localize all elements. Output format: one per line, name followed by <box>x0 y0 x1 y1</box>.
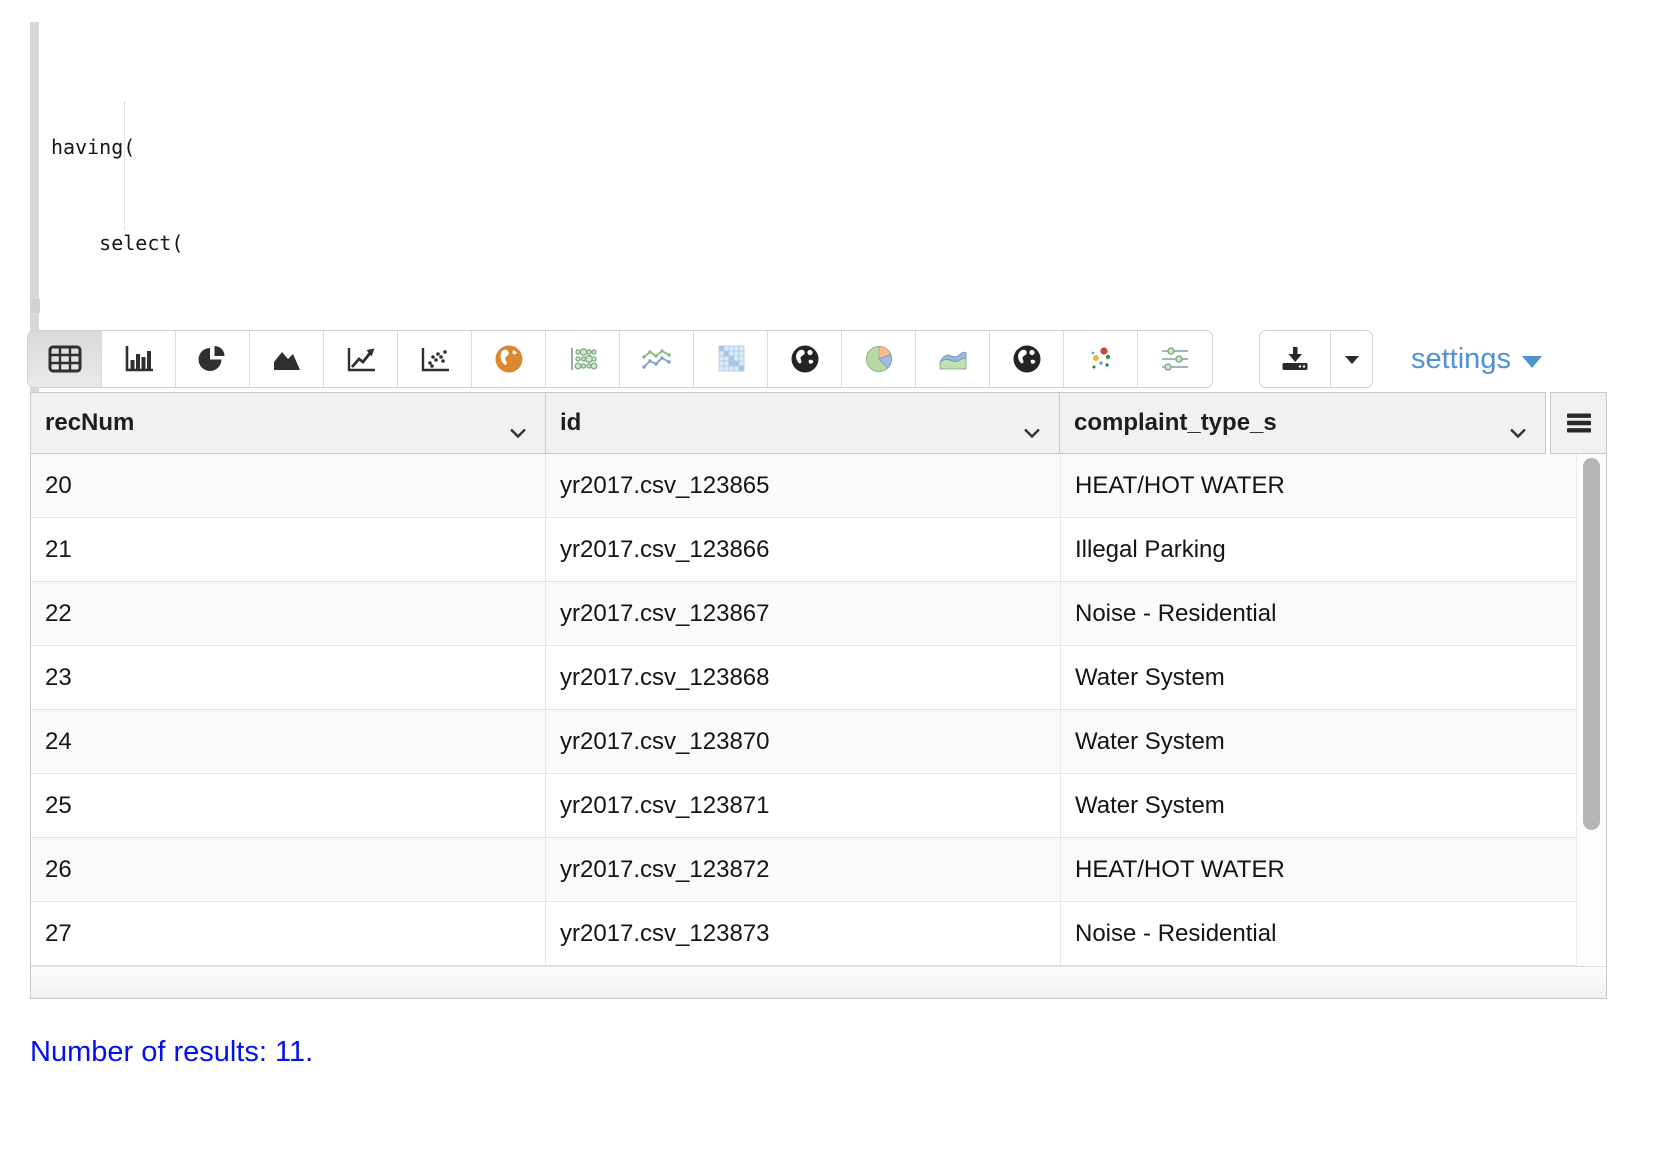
cell-recnum: 21 <box>31 518 546 581</box>
cell-id: yr2017.csv_123868 <box>546 646 1061 709</box>
chart-type-group <box>27 330 1213 388</box>
cell-recnum: 26 <box>31 838 546 901</box>
table-row: 23 yr2017.csv_123868 Water System <box>31 646 1606 710</box>
heatmap-icon <box>716 344 746 374</box>
cell-complaint-type: Water System <box>1061 710 1606 773</box>
table-menu-button[interactable] <box>1550 392 1607 454</box>
visualization-toolbar: settings <box>27 330 1542 388</box>
cell-recnum: 22 <box>31 582 546 645</box>
stream-area-icon <box>936 345 970 373</box>
download-options-button[interactable] <box>1330 331 1372 387</box>
chart-type-multiline-button[interactable] <box>620 331 694 387</box>
column-label: id <box>560 409 581 437</box>
code-line: select( <box>51 227 1490 259</box>
indent-guide <box>124 102 125 230</box>
download-button[interactable] <box>1260 331 1330 387</box>
cell-complaint-type: HEAT/HOT WATER <box>1061 454 1606 517</box>
chart-type-heatmap-button[interactable] <box>694 331 768 387</box>
chevron-down-icon[interactable] <box>1509 418 1527 446</box>
chart-type-parallel-button[interactable] <box>1138 331 1212 387</box>
pie-chart-icon <box>198 345 228 373</box>
settings-toggle[interactable]: settings <box>1411 343 1542 376</box>
column-header-id[interactable]: id <box>545 392 1060 454</box>
cell-complaint-type: Noise - Residential <box>1061 582 1606 645</box>
area-chart-icon <box>271 345 303 373</box>
chart-type-area-button[interactable] <box>250 331 324 387</box>
cell-id: yr2017.csv_123867 <box>546 582 1061 645</box>
chart-type-pie2-button[interactable] <box>842 331 916 387</box>
cell-id: yr2017.csv_123865 <box>546 454 1061 517</box>
table-row: 22 yr2017.csv_123867 Noise - Residential <box>31 582 1606 646</box>
table-footer-strip <box>31 966 1606 998</box>
chart-type-line-button[interactable] <box>324 331 398 387</box>
column-label: complaint_type_s <box>1074 409 1277 437</box>
cell-recnum: 25 <box>31 774 546 837</box>
cell-id: yr2017.csv_123873 <box>546 902 1061 965</box>
chevron-down-icon[interactable] <box>509 418 527 446</box>
cell-complaint-type: Noise - Residential <box>1061 902 1606 965</box>
cell-id: yr2017.csv_123872 <box>546 838 1061 901</box>
pie-chart-colored-icon <box>864 344 894 374</box>
results-table: recNum id complaint_type_s <box>30 392 1607 999</box>
table-row: 20 yr2017.csv_123865 HEAT/HOT WATER <box>31 454 1606 518</box>
cell-complaint-type: Water System <box>1061 774 1606 837</box>
table-row: 24 yr2017.csv_123870 Water System <box>31 710 1606 774</box>
results-count-text: Number of results: 11. <box>30 1036 313 1069</box>
chart-type-globe-button[interactable] <box>768 331 842 387</box>
multi-line-chart-icon <box>640 346 674 372</box>
chart-type-bar-button[interactable] <box>102 331 176 387</box>
globe-dark-icon <box>790 344 820 374</box>
download-button-group <box>1259 330 1373 388</box>
settings-label: settings <box>1411 343 1511 376</box>
caret-down-icon <box>1522 356 1542 368</box>
cell-complaint-type: Water System <box>1061 646 1606 709</box>
caret-down-icon <box>1343 353 1361 365</box>
table-row: 25 yr2017.csv_123871 Water System <box>31 774 1606 838</box>
chart-type-scatter-button[interactable] <box>398 331 472 387</box>
globe-dark-2-icon <box>1012 344 1042 374</box>
cell-complaint-type: Illegal Parking <box>1061 518 1606 581</box>
line-chart-icon <box>345 345 377 373</box>
bar-chart-icon <box>123 344 155 374</box>
chart-type-pie-button[interactable] <box>176 331 250 387</box>
table-header-row: recNum id complaint_type_s <box>30 392 1607 454</box>
code-line: having( <box>51 131 1490 163</box>
table-icon <box>48 345 82 373</box>
scatter-colored-icon <box>1086 344 1116 374</box>
column-label: recNum <box>45 409 134 437</box>
cell-recnum: 24 <box>31 710 546 773</box>
chart-type-table-button[interactable] <box>28 331 102 387</box>
cell-recnum: 20 <box>31 454 546 517</box>
table-row: 26 yr2017.csv_123872 HEAT/HOT WATER <box>31 838 1606 902</box>
table-row: 27 yr2017.csv_123873 Noise - Residential <box>31 902 1606 966</box>
table-scrollbar-track[interactable] <box>1576 454 1606 966</box>
chart-type-globe2-button[interactable] <box>990 331 1064 387</box>
bubble-matrix-icon <box>567 345 599 373</box>
column-header-complaint-type[interactable]: complaint_type_s <box>1059 392 1546 454</box>
table-row: 21 yr2017.csv_123866 Illegal Parking <box>31 518 1606 582</box>
chart-type-bubble-button[interactable] <box>546 331 620 387</box>
editor-gutter-nub <box>30 299 40 313</box>
sliders-icon <box>1158 345 1192 373</box>
cell-id: yr2017.csv_123870 <box>546 710 1061 773</box>
cell-complaint-type: HEAT/HOT WATER <box>1061 838 1606 901</box>
chart-type-stream-button[interactable] <box>916 331 990 387</box>
cell-recnum: 23 <box>31 646 546 709</box>
table-scrollbar-thumb[interactable] <box>1583 458 1600 830</box>
column-header-recnum[interactable]: recNum <box>30 392 546 454</box>
chart-type-map-button[interactable] <box>472 331 546 387</box>
chevron-down-icon[interactable] <box>1023 418 1041 446</box>
globe-orange-icon <box>494 344 524 374</box>
chart-type-scatter2-button[interactable] <box>1064 331 1138 387</box>
cell-id: yr2017.csv_123871 <box>546 774 1061 837</box>
download-icon <box>1280 344 1310 374</box>
cell-id: yr2017.csv_123866 <box>546 518 1061 581</box>
cell-recnum: 27 <box>31 902 546 965</box>
scatter-plot-icon <box>419 345 451 373</box>
hamburger-icon <box>1565 412 1593 434</box>
table-body: 20 yr2017.csv_123865 HEAT/HOT WATER 21 y… <box>30 454 1607 999</box>
